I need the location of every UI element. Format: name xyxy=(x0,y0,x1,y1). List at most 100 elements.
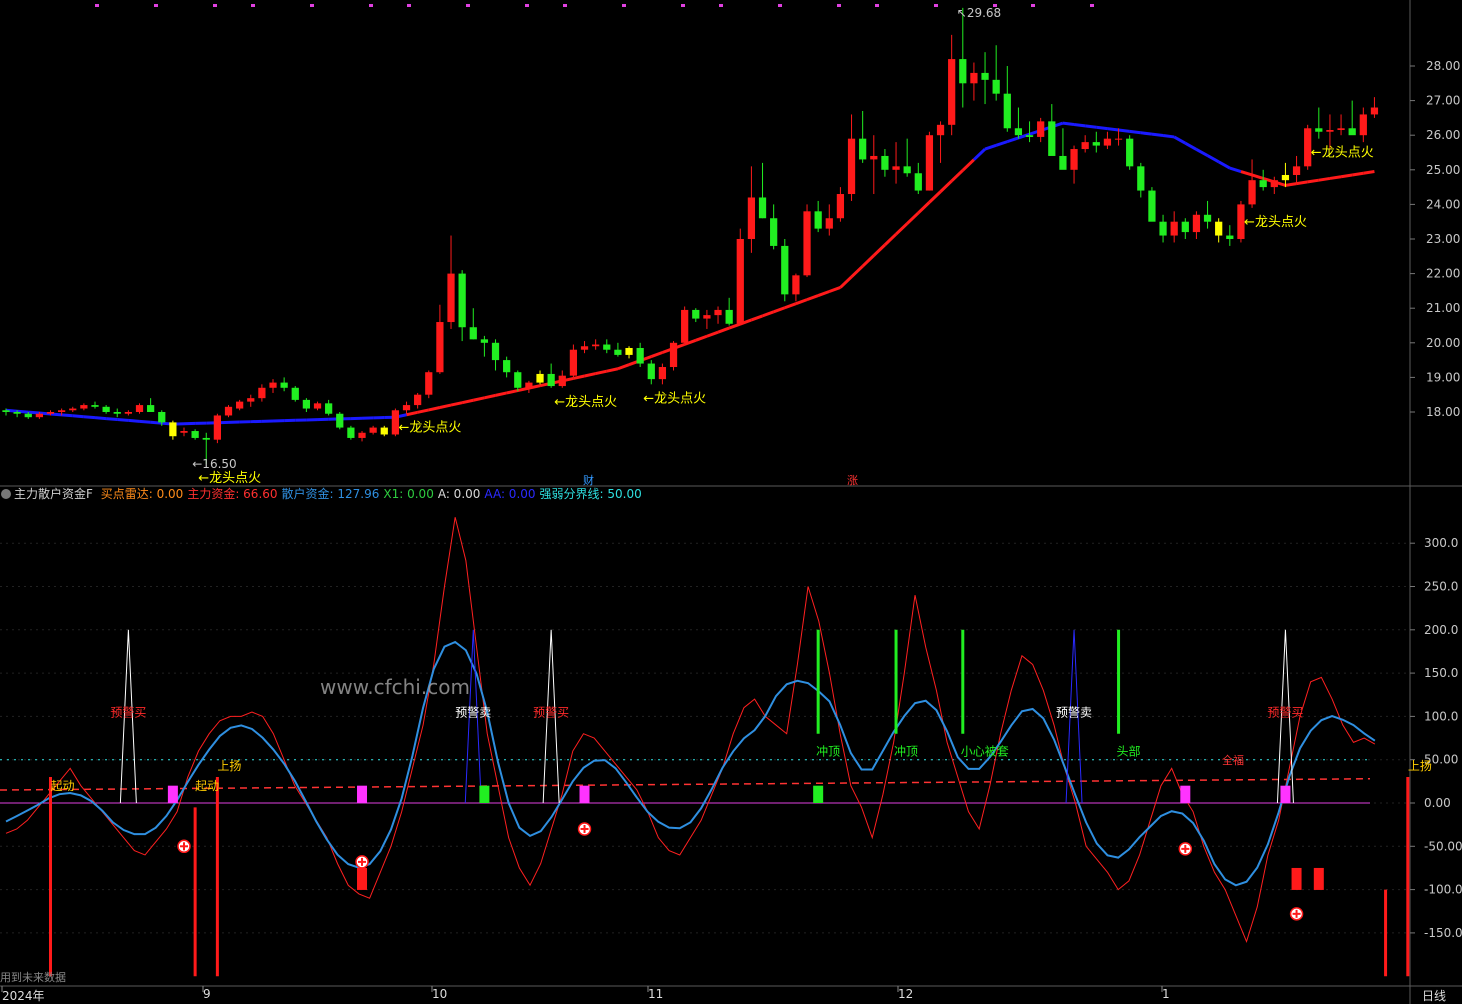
ma-line-segment xyxy=(1363,170,1375,175)
ma-line-segment xyxy=(83,415,96,420)
ma-line-segment xyxy=(1351,171,1364,177)
tiger-bar xyxy=(1313,867,1324,890)
ma-line-segment xyxy=(139,419,151,424)
candle-body xyxy=(180,431,188,433)
top-marker xyxy=(369,4,373,7)
candle-body xyxy=(1025,135,1034,137)
legend-field-6: 强弱分界线: 50.00 xyxy=(539,487,642,501)
candle-body xyxy=(69,408,77,411)
ma-line-segment xyxy=(61,413,73,418)
candle-body xyxy=(35,413,43,418)
x-axis-label: 9 xyxy=(203,987,211,1001)
warning-label: 预警卖 xyxy=(455,704,491,719)
candle-body xyxy=(91,405,99,407)
background xyxy=(0,0,1462,1004)
candle-body xyxy=(825,218,833,229)
signal-bar xyxy=(357,785,368,803)
candle-body xyxy=(1037,121,1045,137)
candle-body xyxy=(13,412,21,414)
full-fortune-label: 全福 xyxy=(1222,753,1244,767)
indicator-tick-label: 0.00 xyxy=(1424,796,1451,810)
candle-body xyxy=(469,327,477,340)
candle-body xyxy=(414,394,422,406)
candle-body xyxy=(1148,190,1156,222)
candle-body xyxy=(536,373,544,383)
candle-body xyxy=(213,415,222,440)
candle-body xyxy=(747,197,756,239)
ma-line-segment xyxy=(1307,178,1320,184)
candle-body xyxy=(714,309,722,316)
candle-body xyxy=(669,342,678,368)
candle-body xyxy=(592,344,600,347)
legend-field-1: 主力资金: 66.60 xyxy=(187,487,278,501)
news-marker-cai[interactable]: 财 xyxy=(583,472,594,488)
candle-body xyxy=(1248,180,1256,205)
ma-line-segment xyxy=(50,412,62,417)
x-axis-label: 2024年 xyxy=(2,989,45,1003)
candle-body xyxy=(603,344,611,350)
flag-label-dragon: ←龙头点火 xyxy=(399,421,462,436)
indicator-tick-label: 100.0 xyxy=(1424,709,1458,723)
candle-body xyxy=(569,349,578,376)
news-marker-zhang[interactable]: 涨 xyxy=(847,472,858,488)
top-marker xyxy=(563,4,567,7)
candle-body xyxy=(625,347,633,355)
candle-body xyxy=(1226,235,1234,239)
candle-body xyxy=(458,273,466,328)
top-marker xyxy=(407,4,411,7)
candle-body xyxy=(725,309,733,324)
candle-body xyxy=(580,346,589,350)
signal-bar xyxy=(167,785,178,803)
candle-body xyxy=(1048,121,1056,156)
legend-field-0: 买点雷达: 0.00 xyxy=(100,487,184,501)
top-marker xyxy=(719,4,723,7)
period-label[interactable]: 日线 xyxy=(1422,987,1446,1004)
candle-body xyxy=(169,422,177,437)
indicator-name[interactable]: 主力散户资金F xyxy=(14,487,93,501)
x-axis-label: 11 xyxy=(648,987,664,1001)
top-marker xyxy=(154,4,158,7)
top-marker xyxy=(310,4,314,7)
legend-field-5: AA: 0.00 xyxy=(484,487,536,501)
ma-line-segment xyxy=(1140,131,1153,136)
candle-body xyxy=(1359,114,1367,136)
candle-body xyxy=(658,367,667,380)
ma-line-segment xyxy=(17,409,29,414)
ma-line-segment xyxy=(150,420,162,425)
legend-field-2: 散户资金: 127.96 xyxy=(281,487,380,501)
candle-body xyxy=(547,373,555,387)
top-marker xyxy=(1090,4,1094,7)
candle-body xyxy=(770,218,778,246)
candle-body xyxy=(736,239,744,324)
candle-body xyxy=(291,387,299,400)
candle-body xyxy=(1137,166,1145,191)
candle-body xyxy=(1003,93,1011,129)
candle-body xyxy=(1092,142,1100,146)
top-marker xyxy=(525,4,529,7)
candle-body xyxy=(636,347,644,364)
candle-body xyxy=(703,315,711,319)
candle-body xyxy=(1070,149,1078,170)
candle-body xyxy=(1014,128,1023,136)
future-data-note: 用到未来数据 xyxy=(0,970,66,984)
top-marker xyxy=(837,4,841,7)
price-tick-label: 22.00 xyxy=(1426,267,1460,281)
stock-chart[interactable]: 28.00 27.00 26.00 25.00 24.00 23.00 22.00 21.00… xyxy=(0,0,1462,1004)
price-tick-label: 21.00 xyxy=(1426,301,1460,315)
candle-body xyxy=(970,72,978,84)
candle-body xyxy=(1281,174,1290,181)
candle-body xyxy=(903,166,911,174)
collapse-icon[interactable] xyxy=(1,489,11,499)
candle-body xyxy=(758,197,767,219)
candle-body xyxy=(803,211,811,276)
top-warning-label: 冲顶 xyxy=(816,743,840,758)
top-marker xyxy=(1031,4,1035,7)
price-tick-label: 27.00 xyxy=(1426,94,1460,108)
price-tick-label: 24.00 xyxy=(1426,197,1460,211)
price-tick-label: 18.00 xyxy=(1426,405,1460,419)
top-marker xyxy=(934,4,938,7)
ma-line-segment xyxy=(1162,134,1175,139)
warning-label: 预警卖 xyxy=(1056,704,1092,719)
candle-body xyxy=(135,405,144,412)
ma-line-segment xyxy=(1118,128,1130,133)
